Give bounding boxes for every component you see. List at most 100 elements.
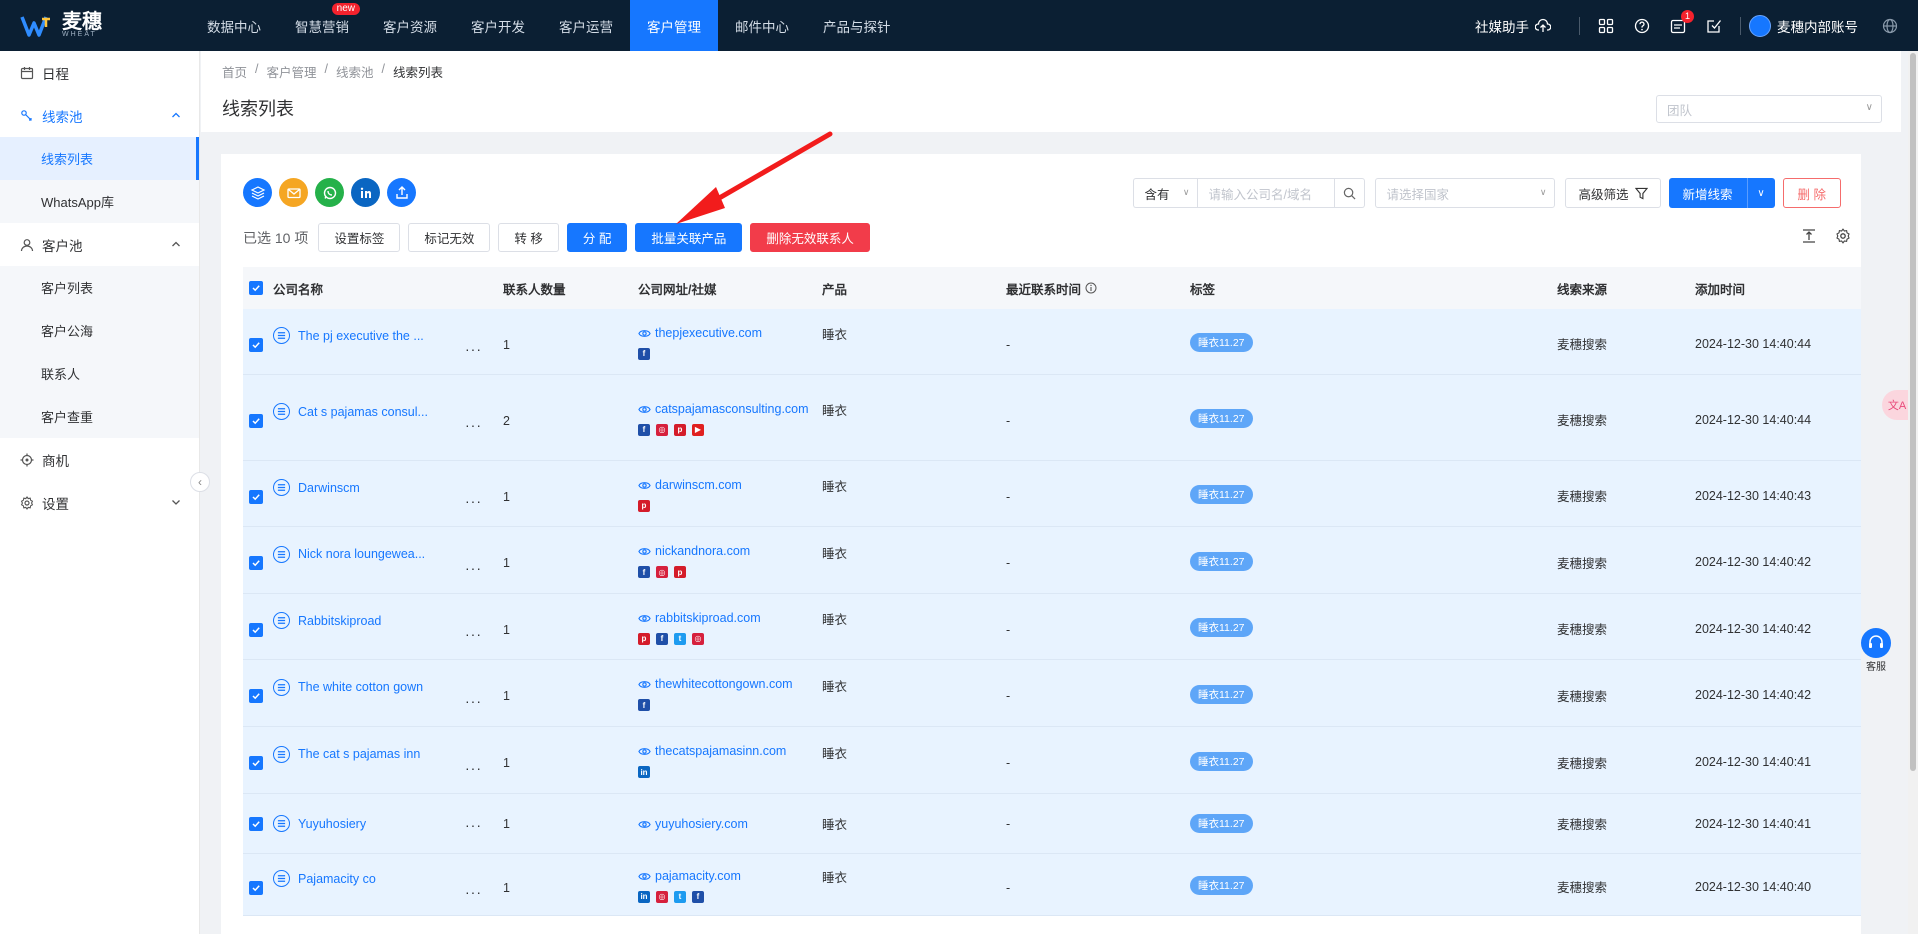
assign-button[interactable]: 分 配 xyxy=(566,223,628,252)
page-scrollbar[interactable] xyxy=(1908,51,1918,934)
company-website-link[interactable]: thepjexecutive.com xyxy=(638,324,822,342)
row-checkbox[interactable] xyxy=(249,489,263,504)
select-all-checkbox[interactable] xyxy=(249,281,263,295)
set-tag-button[interactable]: 设置标签 xyxy=(318,223,401,252)
sidebar-item-lead-list[interactable]: 线索列表 xyxy=(0,137,199,180)
mark-invalid-button[interactable]: 标记无效 xyxy=(408,223,491,252)
nav-item[interactable]: 客户运营 xyxy=(542,0,630,51)
breadcrumb-lead-pool[interactable]: 线索池 xyxy=(336,62,374,81)
more-options-icon[interactable]: ··· xyxy=(465,341,482,357)
help-icon[interactable] xyxy=(1632,16,1652,36)
apps-icon[interactable] xyxy=(1596,16,1616,36)
company-website-link[interactable]: thecatspajamasinn.com xyxy=(638,742,822,760)
table-row[interactable]: Rabbitskiproad ··· 1 rabbitskiproad.com … xyxy=(243,594,1861,660)
company-name-link[interactable]: The cat s pajamas inn xyxy=(298,747,420,761)
youtube-icon[interactable]: ▶ xyxy=(692,423,704,436)
nav-item[interactable]: 客户管理 xyxy=(630,0,718,51)
sidebar-item-whatsapp[interactable]: WhatsApp库 xyxy=(0,180,199,223)
advanced-filter-button[interactable]: 高级筛选 xyxy=(1565,178,1661,208)
facebook-icon[interactable]: f xyxy=(692,890,704,903)
table-row[interactable]: The cat s pajamas inn ··· 1 thecatspajam… xyxy=(243,727,1861,794)
company-website-link[interactable]: thewhitecottongown.com xyxy=(638,675,822,693)
twitter-icon[interactable]: t xyxy=(674,632,686,645)
company-name-link[interactable]: Nick nora loungewea... xyxy=(298,547,425,561)
row-checkbox[interactable] xyxy=(249,622,263,637)
sidebar-item-customer-dedupe[interactable]: 客户查重 xyxy=(0,395,199,438)
sidebar-item-customer-list[interactable]: 客户列表 xyxy=(0,266,199,309)
nav-item[interactable]: 产品与探针 xyxy=(806,0,908,51)
row-checkbox[interactable] xyxy=(249,689,263,703)
company-name-link[interactable]: Pajamacity co xyxy=(298,872,376,886)
nav-item[interactable]: 邮件中心 xyxy=(718,0,806,51)
more-options-icon[interactable]: ··· xyxy=(465,760,482,776)
linkedin-icon[interactable] xyxy=(351,178,380,207)
more-options-icon[interactable]: ··· xyxy=(465,626,482,642)
export-icon[interactable] xyxy=(387,178,416,207)
more-options-icon[interactable]: ··· xyxy=(465,817,482,833)
row-checkbox[interactable] xyxy=(249,756,263,770)
facebook-icon[interactable]: f xyxy=(638,423,650,436)
table-row[interactable]: The white cotton gown ··· 1 thewhitecott… xyxy=(243,660,1861,727)
email-icon[interactable] xyxy=(279,178,308,207)
company-website-link[interactable]: catspajamasconsulting.com xyxy=(638,400,822,418)
facebook-icon[interactable]: f xyxy=(638,699,650,711)
nav-item[interactable]: 客户开发 xyxy=(454,0,542,51)
instagram-icon[interactable]: ◎ xyxy=(656,423,668,436)
new-lead-dropdown[interactable]: ∨ xyxy=(1746,178,1775,208)
delete-invalid-contacts-button[interactable]: 删除无效联系人 xyxy=(750,223,870,252)
company-website-link[interactable]: yuyuhosiery.com xyxy=(638,815,822,833)
search-button[interactable] xyxy=(1335,178,1366,208)
nav-item[interactable]: 客户资源 xyxy=(366,0,454,51)
app-logo[interactable]: 麦穗 WHEAT xyxy=(0,0,190,51)
company-name-link[interactable]: Darwinscm xyxy=(298,481,360,495)
country-select[interactable]: 请选择国家 ∨ xyxy=(1375,178,1556,208)
breadcrumb-customer-management[interactable]: 客户管理 xyxy=(267,62,317,81)
customer-service-button[interactable]: 客服 xyxy=(1859,628,1893,673)
delete-button[interactable]: 删 除 xyxy=(1782,178,1841,208)
nav-item[interactable]: 智慧营销 new xyxy=(278,0,366,51)
calendar-list-icon[interactable]: 1 xyxy=(1668,9,1694,36)
facebook-icon[interactable]: f xyxy=(638,566,650,578)
company-name-link[interactable]: Rabbitskiproad xyxy=(298,614,381,628)
company-website-link[interactable]: rabbitskiproad.com xyxy=(638,609,822,627)
social-helper-button[interactable]: 社媒助手 xyxy=(1475,16,1551,36)
sidebar-item-opportunity[interactable]: 商机 xyxy=(0,438,199,481)
company-name-link[interactable]: Cat s pajamas consul... xyxy=(298,405,428,419)
nav-item[interactable]: 数据中心 xyxy=(190,0,278,51)
transfer-button[interactable]: 转 移 xyxy=(498,223,559,252)
column-height-icon[interactable] xyxy=(1801,228,1817,244)
company-website-link[interactable]: nickandnora.com xyxy=(638,542,822,560)
company-website-link[interactable]: darwinscm.com xyxy=(638,476,822,494)
table-row[interactable]: Pajamacity co ··· 1 pajamacity.com in ◎ t f… xyxy=(243,854,1861,916)
twitter-icon[interactable]: t xyxy=(674,890,686,903)
match-mode-select[interactable]: 含有 ∨ xyxy=(1133,178,1198,208)
pinterest-icon[interactable]: p xyxy=(638,632,650,645)
table-row[interactable]: The pj executive the ... ··· 1 thepjexec… xyxy=(243,309,1861,375)
pinterest-icon[interactable]: p xyxy=(674,566,686,578)
globe-icon[interactable] xyxy=(1880,16,1900,36)
facebook-icon[interactable]: f xyxy=(656,632,668,645)
team-select[interactable]: 团队 ∨ xyxy=(1656,95,1882,123)
facebook-icon[interactable]: f xyxy=(638,347,650,360)
company-website-link[interactable]: pajamacity.com xyxy=(638,867,822,885)
pinterest-icon[interactable]: p xyxy=(638,499,650,512)
sidebar-item-lead-pool[interactable]: 线索池 xyxy=(0,94,199,137)
info-icon[interactable] xyxy=(1085,282,1097,294)
gear-icon[interactable] xyxy=(1835,228,1851,244)
user-menu[interactable]: 麦穗内部账号 xyxy=(1749,14,1858,37)
sidebar-item-customer-sea[interactable]: 客户公海 xyxy=(0,309,199,352)
new-lead-button[interactable]: 新增线索 xyxy=(1668,178,1747,208)
whatsapp-icon[interactable] xyxy=(315,178,344,207)
linkedin-icon[interactable]: in xyxy=(638,890,650,903)
more-options-icon[interactable]: ··· xyxy=(465,493,482,509)
more-options-icon[interactable]: ··· xyxy=(465,417,482,433)
table-row[interactable]: Nick nora loungewea... ··· 1 nickandnora… xyxy=(243,527,1861,594)
row-checkbox[interactable] xyxy=(249,556,263,570)
table-row[interactable]: Cat s pajamas consul... ··· 2 catspajama… xyxy=(243,375,1861,461)
table-row[interactable]: Darwinscm ··· 1 darwinscm.com p 睡衣 - 睡衣1… xyxy=(243,461,1861,527)
more-options-icon[interactable]: ··· xyxy=(465,884,482,900)
instagram-icon[interactable]: ◎ xyxy=(692,632,704,645)
task-check-icon[interactable] xyxy=(1704,16,1724,36)
company-name-link[interactable]: Yuyuhosiery xyxy=(298,817,366,831)
bulk-link-products-button[interactable]: 批量关联产品 xyxy=(635,223,743,252)
